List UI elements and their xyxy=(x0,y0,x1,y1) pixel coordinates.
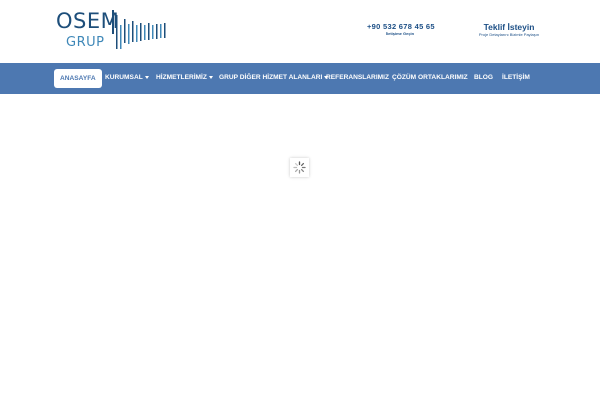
nav-item-label: GRUP DİĞER HİZMET ALANLARI xyxy=(219,74,323,81)
nav-item-hizmetlerimiz[interactable]: HİZMETLERİMİZ xyxy=(156,68,213,88)
nav-item-referanslarimiz[interactable]: REFERANSLARIMIZ xyxy=(326,68,389,88)
quote-caption: Proje Detaylarını Bizimle Paylaşın xyxy=(478,32,540,37)
nav-item-label: İLETİŞİM xyxy=(502,74,530,81)
page-content xyxy=(0,94,600,400)
nav-item-blog[interactable]: BLOG xyxy=(474,68,493,88)
caret-down-icon xyxy=(144,75,149,79)
nav-item-anasayfa[interactable]: ANASAYFA xyxy=(54,69,102,88)
site-header: OSEM GRUP +90 532 678 45 65 İletişime Ge… xyxy=(0,0,600,63)
logo-subtitle: GRUP xyxy=(66,35,105,50)
caret-down-icon xyxy=(208,75,213,79)
nav-item-label: HİZMETLERİMİZ xyxy=(156,74,207,81)
quote-title: Teklif İsteyin xyxy=(483,22,535,32)
phone-contact[interactable]: +90 532 678 45 65 İletişime Geçin xyxy=(367,22,435,37)
phone-number: +90 532 678 45 65 xyxy=(367,22,435,31)
logo-bars-icon xyxy=(112,10,166,49)
page-loader xyxy=(290,158,309,177)
nav-item-grup-diger[interactable]: GRUP DİĞER HİZMET ALANLARI xyxy=(219,68,329,88)
main-navigation: ANASAYFA KURUMSAL HİZMETLERİMİZ GRUP DİĞ… xyxy=(0,63,600,94)
nav-item-label: REFERANSLARIMIZ xyxy=(326,74,390,81)
nav-item-iletisim[interactable]: İLETİŞİM xyxy=(502,68,530,88)
quote-request-link[interactable]: Teklif İsteyin Proje Detaylarını Bizimle… xyxy=(476,22,542,40)
nav-item-label: ANASAYFA xyxy=(60,75,96,82)
nav-item-label: KURUMSAL xyxy=(105,74,143,81)
nav-item-cozum-ortaklarimiz[interactable]: ÇÖZÜM ORTAKLARIMIZ xyxy=(392,68,468,88)
nav-item-kurumsal[interactable]: KURUMSAL xyxy=(105,68,149,88)
phone-caption: İletişime Geçin xyxy=(385,31,415,36)
nav-item-label: ÇÖZÜM ORTAKLARIMIZ xyxy=(392,74,468,81)
nav-menu: ANASAYFA KURUMSAL HİZMETLERİMİZ GRUP DİĞ… xyxy=(0,63,600,94)
spinner-icon xyxy=(293,161,306,174)
nav-item-label: BLOG xyxy=(474,74,494,81)
site-logo[interactable]: OSEM GRUP xyxy=(56,9,168,55)
